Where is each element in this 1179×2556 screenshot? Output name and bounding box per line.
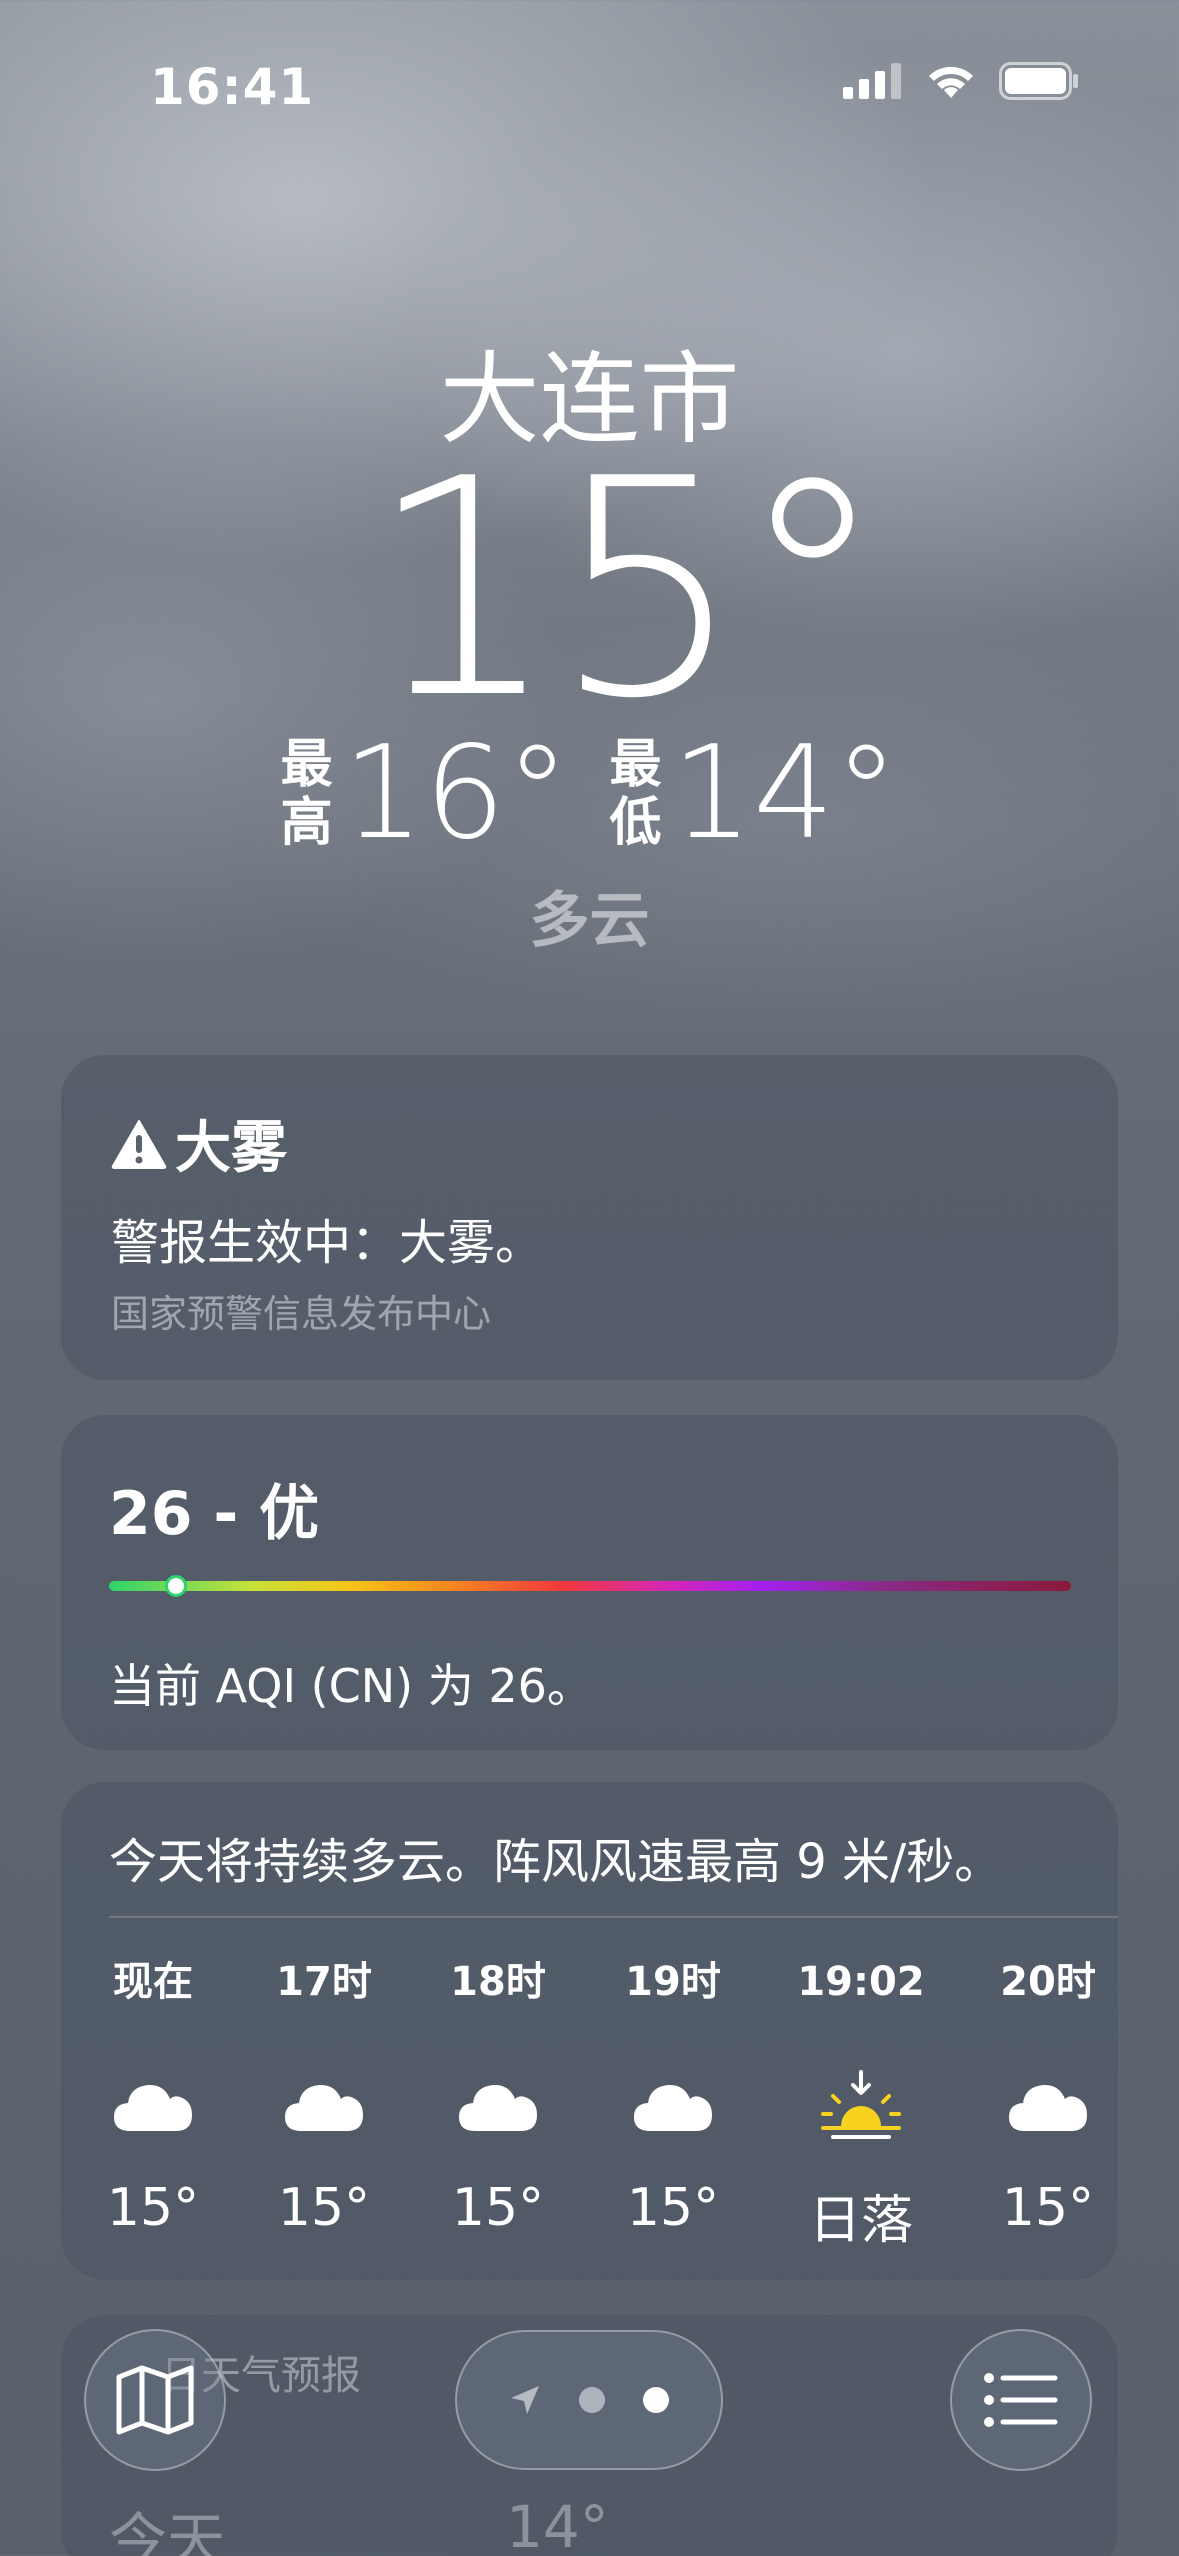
hour-temp: 15° bbox=[106, 2178, 200, 2238]
alert-title-row: 大雾 bbox=[111, 1103, 287, 1184]
hour-item: 18时 15° bbox=[408, 1952, 588, 2238]
divider bbox=[109, 1916, 1118, 1918]
cloud-icon bbox=[634, 2084, 712, 2131]
current-temperature: 15° bbox=[367, 415, 888, 764]
low-label: 最低 bbox=[609, 735, 662, 853]
sunset-label: 日落 bbox=[808, 2191, 913, 2251]
hour-time: 20时 bbox=[1000, 1959, 1096, 2005]
weather-condition: 多云 bbox=[529, 886, 650, 956]
map-button[interactable] bbox=[84, 2329, 226, 2471]
hour-temp: 15° bbox=[277, 2178, 371, 2238]
aqi-description: 当前 AQI (CN) 为 26。 bbox=[109, 1659, 593, 1713]
list-icon bbox=[984, 2373, 1058, 2427]
page-indicator[interactable] bbox=[455, 2330, 723, 2470]
hourly-forecast-card[interactable]: 今天将持续多云。阵风风速最高 9 米/秒。 现在 15° 17时 15° 18时… bbox=[61, 1782, 1118, 2280]
aqi-scale-bar bbox=[109, 1581, 1071, 1591]
high-value: 16° bbox=[342, 719, 570, 868]
hour-time: 18时 bbox=[450, 1959, 546, 2005]
alert-source: 国家预警信息发布中心 bbox=[111, 1292, 492, 1336]
map-icon bbox=[116, 2365, 194, 2435]
hour-item: 现在 15° bbox=[63, 1952, 243, 2238]
hourly-list[interactable]: 现在 15° 17时 15° 18时 15° 19时 15° 19:02 日落 … bbox=[61, 1952, 1118, 2272]
hour-time: 现在 bbox=[113, 1959, 193, 2005]
hour-temp: 15° bbox=[626, 2178, 720, 2238]
low-value: 14° bbox=[671, 719, 899, 868]
high-group: 最高 16° bbox=[281, 730, 570, 858]
cloud-icon bbox=[1009, 2084, 1087, 2131]
alert-title: 大雾 bbox=[175, 1116, 287, 1181]
air-quality-card[interactable]: 26 - 优 当前 AQI (CN) 为 26。 bbox=[61, 1415, 1118, 1750]
hourly-summary: 今天将持续多云。阵风风速最高 9 米/秒。 bbox=[109, 1834, 1003, 1890]
high-label: 最高 bbox=[280, 735, 333, 853]
aqi-indicator-dot bbox=[165, 1575, 187, 1597]
alert-description: 警报生效中：大雾。 bbox=[111, 1215, 544, 1271]
hour-item: 19:02 日落 bbox=[771, 1952, 951, 2253]
cloud-icon bbox=[285, 2084, 363, 2131]
hour-time: 17时 bbox=[276, 1959, 372, 2005]
hour-item: 17时 15° bbox=[234, 1952, 414, 2238]
page-dot[interactable] bbox=[579, 2387, 605, 2413]
forecast-day: 今天 bbox=[109, 2506, 226, 2556]
cellular-signal-icon bbox=[843, 63, 901, 99]
status-icons bbox=[843, 62, 1079, 100]
wifi-icon bbox=[929, 66, 973, 98]
city-list-button[interactable] bbox=[950, 2329, 1092, 2471]
cloud-icon bbox=[114, 2084, 192, 2131]
hour-temp: 15° bbox=[1001, 2178, 1095, 2238]
status-time: 16:41 bbox=[150, 58, 315, 116]
warning-triangle-icon bbox=[111, 1119, 167, 1169]
aqi-value: 26 - 优 bbox=[109, 1479, 320, 1549]
hour-temp: 15° bbox=[451, 2178, 545, 2238]
battery-icon bbox=[999, 62, 1078, 100]
current-temperature-wrap: 15° bbox=[0, 440, 1179, 740]
low-group: 最低 14° bbox=[610, 730, 899, 858]
hour-time: 19时 bbox=[625, 1959, 721, 2005]
sunset-icon bbox=[821, 2070, 901, 2139]
hour-item: 19时 15° bbox=[583, 1952, 763, 2238]
hour-item: 20时 15° bbox=[958, 1952, 1138, 2238]
cloud-icon bbox=[459, 2084, 537, 2131]
high-low: 最高 16° 最低 14° bbox=[0, 730, 1179, 858]
weather-alert-card[interactable]: 大雾 警报生效中：大雾。 国家预警信息发布中心 bbox=[61, 1055, 1118, 1380]
hour-time: 19:02 bbox=[797, 1959, 925, 2005]
forecast-low: 14° bbox=[506, 2493, 609, 2556]
location-arrow-icon bbox=[511, 2386, 539, 2414]
page-dot-active[interactable] bbox=[643, 2387, 669, 2413]
